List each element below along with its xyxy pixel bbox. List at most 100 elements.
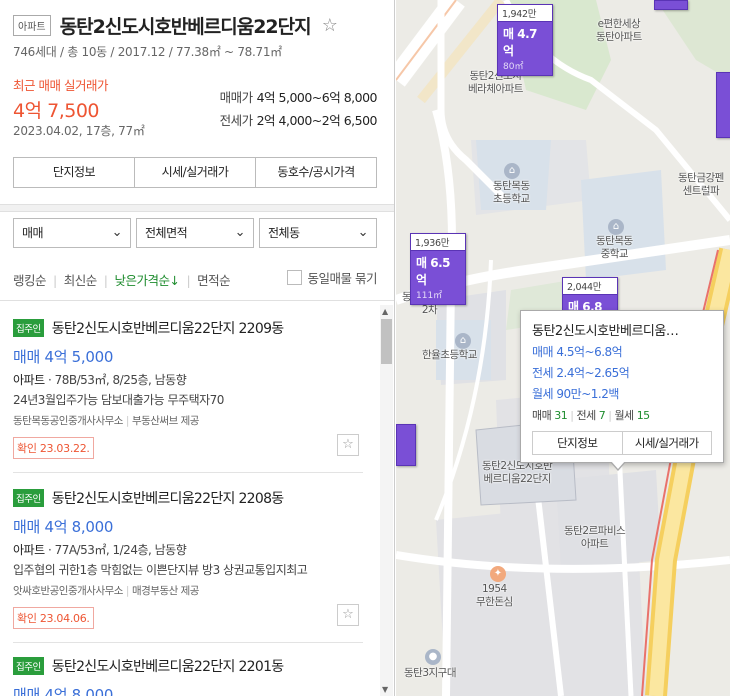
listing-title: 동탄2신도시호반베르디움22단지 2208동 xyxy=(51,491,284,507)
area-value: 전체면적 xyxy=(145,226,188,240)
marker-price: 매 4.7억 xyxy=(503,27,537,58)
list-divider xyxy=(0,300,394,301)
complex-summary: 746세대 / 총 10동 / 2017.12 / 77.38㎡ ~ 78.71… xyxy=(13,45,282,59)
listing-title: 동탄2신도시호반베르디움22단지 2209동 xyxy=(51,321,284,337)
police-pin-icon: ● xyxy=(425,649,441,665)
complex-title: 동탄2신도시호반베르디움22단지 xyxy=(59,16,312,38)
place-label: 동탄목동 초등학교 xyxy=(493,180,530,205)
listing-type: 아파트 xyxy=(13,543,45,557)
owner-badge: 집주인 xyxy=(13,319,44,337)
dong-value: 전체동 xyxy=(268,226,300,240)
popup-monthly-range: 월세 90만~1.2백 xyxy=(532,387,619,401)
tab-unit-number[interactable]: 동호수/공시가격 xyxy=(256,158,376,187)
owner-badge: 집주인 xyxy=(13,489,44,507)
popup-buttons: 단지정보 시세/실거래가 xyxy=(532,431,712,455)
sort-options: 랭킹순 | 최신순 | 낮은가격순↓ | 면적순 동일매물 묶기 xyxy=(13,270,383,289)
marker-price: 매 6.5억 xyxy=(416,256,450,287)
sort-low-price[interactable]: 낮은가격순↓ xyxy=(114,273,179,288)
favorite-star-icon[interactable]: ☆ xyxy=(337,604,359,626)
scrollbar[interactable]: ▲ ▼ xyxy=(380,305,393,696)
listing-detail: 아파트 · 78B/53㎡, 8/25층, 남동향 xyxy=(13,371,363,388)
popup-sale-range: 매매 4.5억~6.8억 xyxy=(532,345,623,359)
popup-tail-inner xyxy=(611,461,625,469)
favorite-star-icon[interactable]: ☆ xyxy=(322,15,338,36)
place-label: 동탄2르파비스 아파트 xyxy=(564,525,626,550)
area-select[interactable]: 전체면적 ⌄ xyxy=(136,218,254,248)
sort-latest[interactable]: 최신순 xyxy=(64,273,98,288)
deal-type-select[interactable]: 매매 ⌄ xyxy=(13,218,131,248)
place-label: 동탄금강펜 센트럴파 xyxy=(678,172,724,197)
count-monthly-label: 월세 xyxy=(614,409,634,422)
sort-ranking[interactable]: 랭킹순 xyxy=(13,273,47,288)
confirm-date-badge: 확인 23.03.22. xyxy=(13,437,94,459)
list-item[interactable]: 집주인 동탄2신도시호반베르디움22단지 2208동 매매 4억 8,000 아… xyxy=(13,488,363,629)
provider: 매경부동산 제공 xyxy=(131,585,199,597)
popup-counts: 매매 31 | 전세 7 | 월세 15 xyxy=(532,409,651,422)
recent-trade-label: 최근 매매 실거래가 xyxy=(13,78,108,93)
list-separator xyxy=(13,642,363,643)
list-item[interactable]: 집주인 동탄2신도시호반베르디움22단지 2201동 매매 4억 8,000 xyxy=(13,656,363,696)
favorite-star-icon[interactable]: ☆ xyxy=(337,434,359,456)
group-same-listing-toggle[interactable]: 동일매물 묶기 xyxy=(286,268,378,287)
agent-name: 동탄목동공인중개사사무소 xyxy=(13,415,123,427)
count-jeonse-label: 전세 xyxy=(576,409,596,422)
complex-header: 아파트 동탄2신도시호반베르디움22단지 ☆ xyxy=(13,12,394,39)
chevron-down-icon: ⌄ xyxy=(234,225,246,240)
owner-badge: 집주인 xyxy=(13,657,44,675)
count-sale: 31 xyxy=(554,409,568,422)
place-label: 한율초등학교 xyxy=(422,349,477,361)
group-same-listing-label: 동일매물 묶기 xyxy=(307,271,378,286)
sort-area[interactable]: 면적순 xyxy=(197,273,231,288)
agent-name: 앗싸호반공인중개사사무소 xyxy=(13,585,123,597)
sale-price-label: 매매가 xyxy=(219,90,254,105)
place-label: 1954 무한돈심 xyxy=(476,583,513,608)
count-jeonse: 7 xyxy=(598,409,606,422)
listing-spec: · 78B/53㎡, 8/25층, 남동향 xyxy=(47,373,187,387)
listing-price: 매매 4억 5,000 xyxy=(13,348,114,366)
scrollbar-thumb[interactable] xyxy=(381,319,392,364)
jeonse-price-range: 전세가 2억 4,000~2억 6,500 xyxy=(219,110,378,129)
price-marker-partial[interactable] xyxy=(716,72,730,138)
price-marker[interactable]: 1,936만 매 6.5억 111㎡ xyxy=(410,233,466,305)
sale-price-range: 매매가 4억 5,000~6억 8,000 xyxy=(219,87,378,106)
complex-info-panel: 아파트 동탄2신도시호반베르디움22단지 ☆ 746세대 / 총 10동 / 2… xyxy=(0,0,395,696)
confirm-date-badge: 확인 23.04.06. xyxy=(13,607,94,629)
chevron-down-icon: ⌄ xyxy=(111,225,123,240)
tab-market-price[interactable]: 시세/실거래가 xyxy=(135,158,256,187)
listing-memo: 입주협의 귀한1층 막힘없는 이쁜단지뷰 방3 상권교통입지최고 xyxy=(13,563,308,577)
dong-select[interactable]: 전체동 ⌄ xyxy=(259,218,377,248)
popup-complex-info-button[interactable]: 단지정보 xyxy=(533,432,623,454)
tab-complex-info[interactable]: 단지정보 xyxy=(14,158,135,187)
school-pin-icon: ⌂ xyxy=(504,163,520,179)
popup-jeonse-range: 전세 2.4억~2.65억 xyxy=(532,366,630,380)
marker-unit-price: 1,936만 xyxy=(411,234,465,251)
scroll-down-icon[interactable]: ▼ xyxy=(382,685,388,694)
price-marker-partial[interactable] xyxy=(654,0,688,10)
listing-memo: 24년3월입주가능 담보대출가능 무주택자70 xyxy=(13,393,224,407)
marker-area: 111㎡ xyxy=(416,291,443,301)
place-label: 동탄3지구대 xyxy=(404,667,456,679)
price-marker-partial[interactable] xyxy=(396,424,416,466)
popup-market-price-button[interactable]: 시세/실거래가 xyxy=(623,432,712,454)
sale-price-value: 4억 5,000~6억 8,000 xyxy=(256,90,378,105)
listing-agent: 동탄목동공인중개사사무소 | 부동산써브 제공 xyxy=(13,415,199,427)
marker-area: 80㎡ xyxy=(503,62,524,72)
listing-price: 매매 4억 8,000 xyxy=(13,686,114,696)
listing-agent: 앗싸호반공인중개사사무소 | 매경부동산 제공 xyxy=(13,585,199,597)
filter-row: 매매 ⌄ 전체면적 ⌄ 전체동 ⌄ xyxy=(13,218,377,248)
listing-price: 매매 4억 8,000 xyxy=(13,518,114,536)
price-marker[interactable]: 1,942만 매 4.7억 80㎡ xyxy=(497,4,553,76)
checkbox[interactable] xyxy=(286,270,302,285)
jeonse-price-label: 전세가 xyxy=(219,113,254,128)
recent-trade-date: 2023.04.02, 17층, 77㎡ xyxy=(13,124,145,138)
complex-popup[interactable]: 동탄2신도시호반베르디움… 매매 4.5억~6.8억 전세 2.4억~2.65억… xyxy=(520,310,724,471)
chevron-down-icon: ⌄ xyxy=(357,225,369,240)
count-sale-label: 매매 xyxy=(532,409,552,422)
scroll-up-icon[interactable]: ▲ xyxy=(382,307,388,316)
list-item[interactable]: 집주인 동탄2신도시호반베르디움22단지 2209동 매매 4억 5,000 아… xyxy=(13,318,363,459)
count-monthly: 15 xyxy=(636,409,651,422)
recent-trade-price: 4억 7,500 xyxy=(13,100,100,122)
popup-title[interactable]: 동탄2신도시호반베르디움… xyxy=(532,320,712,339)
listing-spec: · 77A/53㎡, 1/24층, 남동향 xyxy=(47,543,187,557)
place-label: e편한세상 동탄아파트 xyxy=(596,18,642,43)
